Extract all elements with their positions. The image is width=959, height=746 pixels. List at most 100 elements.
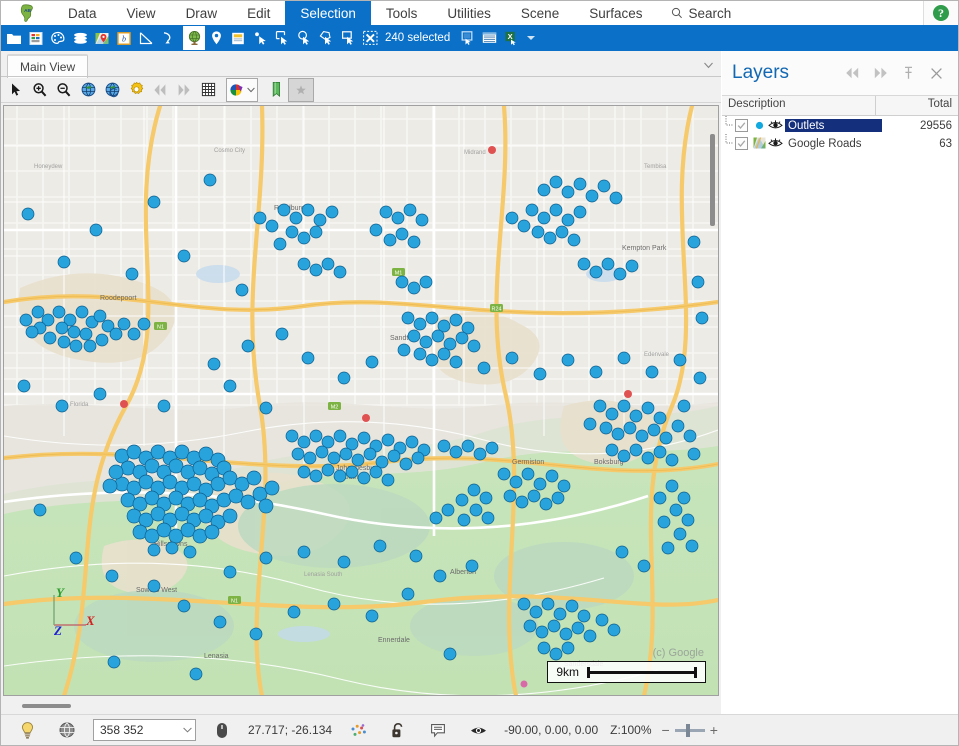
layers-panel-title: Layers bbox=[732, 62, 790, 83]
grid-tool[interactable] bbox=[196, 79, 220, 101]
label-icon bbox=[232, 32, 244, 44]
zoom-in-tool[interactable] bbox=[28, 79, 52, 101]
tab-overflow-button[interactable] bbox=[704, 58, 713, 72]
layer-name-google-roads[interactable]: Google Roads bbox=[785, 137, 882, 150]
layer-name-outlets[interactable]: Outlets bbox=[785, 118, 882, 132]
clear-selection-icon bbox=[362, 30, 377, 45]
color-wheel-icon bbox=[230, 83, 243, 96]
record-count-value: 358 352 bbox=[100, 723, 144, 737]
layer-eye-google-roads[interactable] bbox=[767, 136, 783, 150]
layers-stack-button[interactable] bbox=[69, 26, 91, 50]
scale-bar-line bbox=[587, 666, 697, 678]
globe-wire-icon bbox=[59, 722, 75, 738]
select-circle-icon bbox=[297, 30, 309, 45]
tab-main-view[interactable]: Main View bbox=[7, 54, 89, 78]
expand-right-button[interactable] bbox=[872, 65, 889, 82]
google-map-button[interactable] bbox=[91, 26, 113, 50]
zoom-slider[interactable]: − + bbox=[658, 722, 718, 738]
record-count-combo[interactable]: 358 352 bbox=[93, 719, 196, 741]
zoom-out-tool[interactable] bbox=[52, 79, 76, 101]
zoom-extents-tool[interactable] bbox=[76, 79, 100, 101]
select-box-button[interactable] bbox=[337, 26, 359, 50]
column-header-total[interactable]: Total bbox=[876, 96, 958, 115]
pin-panel-button[interactable] bbox=[900, 65, 917, 82]
scatter-points-button[interactable] bbox=[338, 717, 378, 743]
tips-button[interactable] bbox=[7, 717, 47, 743]
globe-icon bbox=[188, 31, 200, 45]
map-horizontal-scrollbar[interactable] bbox=[3, 698, 719, 714]
menu-item-tools[interactable]: Tools bbox=[371, 1, 433, 25]
menu-item-utilities[interactable]: Utilities bbox=[432, 1, 506, 25]
open-folder-button[interactable] bbox=[3, 26, 25, 50]
menu-item-selection[interactable]: Selection bbox=[285, 1, 371, 25]
svg-text:Cosmo City: Cosmo City bbox=[214, 148, 245, 154]
menu-item-surfaces[interactable]: Surfaces bbox=[574, 1, 657, 25]
route-icon bbox=[163, 31, 171, 43]
data-table-button[interactable] bbox=[25, 26, 47, 50]
layer-row-outlets[interactable]: Outlets 29556 bbox=[722, 116, 958, 134]
collapse-left-button[interactable] bbox=[844, 65, 861, 82]
select-point-button[interactable] bbox=[249, 26, 271, 50]
clear-selection-button[interactable] bbox=[359, 26, 381, 50]
layers-list: Outlets 29556 Google Roads 63 bbox=[722, 116, 958, 714]
bookmark-tool[interactable] bbox=[264, 79, 288, 101]
axis-label-x: X bbox=[86, 613, 95, 628]
pointer-tool[interactable] bbox=[4, 79, 28, 101]
camera-view-indicator[interactable] bbox=[458, 717, 498, 743]
selection-to-layer-button[interactable] bbox=[456, 26, 478, 50]
zoom-level-label: Z:100% bbox=[610, 723, 652, 737]
column-header-description[interactable]: Description bbox=[722, 96, 876, 115]
scrollbar-thumb[interactable] bbox=[22, 704, 71, 708]
layer-row-google-roads[interactable]: Google Roads 63 bbox=[722, 134, 958, 152]
view-settings-tool[interactable] bbox=[124, 79, 148, 101]
boundary-button[interactable]: b bbox=[113, 26, 135, 50]
notes-button[interactable] bbox=[418, 717, 458, 743]
ribbon-overflow-button[interactable] bbox=[522, 26, 540, 50]
layer-visibility-checkbox-outlets[interactable] bbox=[735, 118, 748, 132]
step-back-tool[interactable] bbox=[148, 79, 172, 101]
select-polygon-button[interactable] bbox=[315, 26, 337, 50]
lock-toggle-button[interactable] bbox=[378, 717, 418, 743]
search-box[interactable]: Search bbox=[657, 1, 741, 25]
help-button[interactable]: ? bbox=[923, 1, 958, 25]
zoom-in-button[interactable]: + bbox=[710, 722, 718, 738]
map-canvas[interactable]: Roodepoort Johannesburg South Boksburg A… bbox=[4, 106, 718, 696]
zoom-out-button[interactable]: − bbox=[662, 722, 670, 738]
step-forward-tool[interactable] bbox=[172, 79, 196, 101]
layer-visibility-checkbox-google-roads[interactable] bbox=[735, 136, 748, 150]
label-button[interactable] bbox=[227, 26, 249, 50]
theme-color-tool[interactable] bbox=[226, 77, 258, 102]
globe-icon bbox=[81, 82, 95, 97]
favorite-tool[interactable] bbox=[288, 77, 314, 102]
route-button[interactable] bbox=[157, 26, 179, 50]
menu-item-edit[interactable]: Edit bbox=[232, 1, 285, 25]
scale-bar: 9km bbox=[547, 661, 706, 683]
menu-item-data[interactable]: Data bbox=[53, 1, 112, 25]
pin-marker-button[interactable] bbox=[205, 26, 227, 50]
map-frame[interactable]: Roodepoort Johannesburg South Boksburg A… bbox=[3, 105, 719, 696]
menu-item-draw[interactable]: Draw bbox=[171, 1, 233, 25]
checkmark-icon bbox=[737, 139, 746, 147]
palette-button[interactable] bbox=[47, 26, 69, 50]
layer-symbol-google-roads[interactable] bbox=[752, 136, 767, 150]
zoom-slider-track[interactable] bbox=[674, 723, 705, 737]
export-excel-button[interactable]: X bbox=[500, 26, 522, 50]
svg-text:Lenasia South: Lenasia South bbox=[304, 572, 342, 578]
globe-button[interactable] bbox=[183, 26, 205, 50]
globe-status-button[interactable] bbox=[47, 717, 87, 743]
zoom-slider-handle[interactable] bbox=[685, 723, 690, 737]
select-rect-button[interactable] bbox=[271, 26, 293, 50]
close-panel-button[interactable] bbox=[928, 65, 945, 82]
selection-table-button[interactable] bbox=[478, 26, 500, 50]
layer-symbol-outlets[interactable] bbox=[752, 118, 767, 132]
menu-item-scene[interactable]: Scene bbox=[506, 1, 574, 25]
selection-ribbon-toolbar: b 240 selected X bbox=[1, 25, 958, 51]
zoom-previous-tool[interactable] bbox=[100, 79, 124, 101]
layer-total-outlets: 29556 bbox=[920, 119, 952, 132]
layer-eye-outlets[interactable] bbox=[767, 118, 783, 132]
svg-text:Midrand: Midrand bbox=[464, 150, 486, 156]
menu-item-view[interactable]: View bbox=[112, 1, 171, 25]
measure-button[interactable] bbox=[135, 26, 157, 50]
select-circle-button[interactable] bbox=[293, 26, 315, 50]
map-vertical-scrollbar[interactable] bbox=[710, 134, 715, 226]
